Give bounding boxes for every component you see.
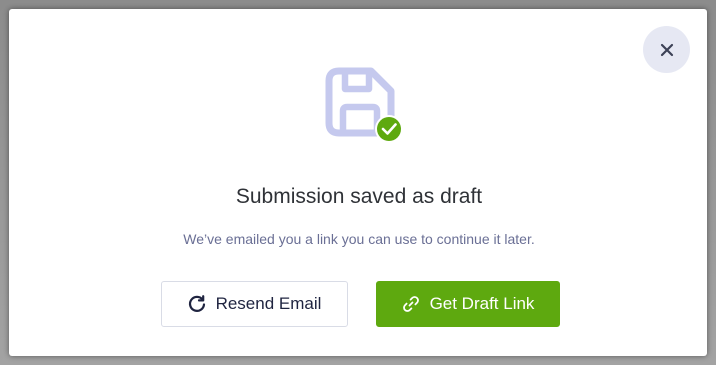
resend-email-button[interactable]: Resend Email [161, 281, 348, 327]
link-icon [402, 295, 420, 313]
refresh-icon [188, 295, 206, 313]
dialog-title: Submission saved as draft [235, 185, 483, 208]
status-icon [323, 65, 403, 145]
resend-email-label: Resend Email [215, 294, 322, 313]
close-icon [660, 43, 673, 56]
close-button[interactable] [643, 26, 690, 73]
get-draft-link-button[interactable]: Get Draft Link [376, 281, 560, 327]
draft-saved-dialog: Submission saved as draft We’ve emailed … [9, 9, 707, 356]
floppy-disk-check-icon [325, 67, 403, 143]
get-draft-link-label: Get Draft Link [429, 294, 535, 313]
dialog-message: We’ve emailed you a link you can use to … [183, 231, 535, 247]
